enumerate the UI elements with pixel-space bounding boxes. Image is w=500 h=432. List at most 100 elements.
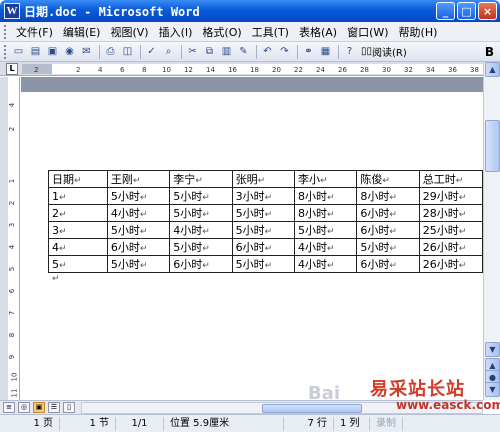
table-cell[interactable]: 4小时↵ xyxy=(293,238,358,256)
menu-edit[interactable]: 编辑(E) xyxy=(58,24,106,40)
table-cell[interactable]: 26小时↵ xyxy=(418,238,483,256)
table-cell[interactable]: 5小时↵ xyxy=(169,187,233,205)
table-cell[interactable]: 5小时↵ xyxy=(293,221,358,239)
paste-icon[interactable]: ▥ xyxy=(219,44,234,59)
menu-help[interactable]: 帮助(H) xyxy=(394,24,443,40)
table-header-cell[interactable]: 日期↵ xyxy=(48,170,108,188)
document-page[interactable]: 日期↵ 王刚↵ 李宁↵ 张明↵ 李小↵ 陈俊↵ 总工时↵ 1↵ 5小时↵ 5小时… xyxy=(21,77,483,400)
menu-table[interactable]: 表格(A) xyxy=(294,24,342,40)
table-cell[interactable]: 25小时↵ xyxy=(418,221,483,239)
table-cell[interactable]: 28小时↵ xyxy=(418,204,483,222)
baidu-watermark: Bai xyxy=(307,383,340,404)
table-cell[interactable]: 5↵ xyxy=(48,255,108,273)
scroll-thumb[interactable] xyxy=(485,120,500,172)
copy-icon[interactable]: ⧉ xyxy=(202,44,217,59)
table-cell[interactable]: 5小时↵ xyxy=(169,238,233,256)
spelling-icon[interactable]: ✓ xyxy=(144,44,159,59)
table-cell[interactable]: 6小时↵ xyxy=(106,238,171,256)
table-cell[interactable]: 5小时↵ xyxy=(231,204,296,222)
permission-icon[interactable]: ◉ xyxy=(62,44,77,59)
maximize-button[interactable]: □ xyxy=(457,2,476,20)
hscroll-thumb[interactable] xyxy=(262,403,362,413)
outline-view-button[interactable]: ☰ xyxy=(48,402,60,413)
menu-window[interactable]: 窗口(W) xyxy=(342,24,393,40)
table-header-cell[interactable]: 李宁↵ xyxy=(169,170,233,188)
toolbar-separator xyxy=(140,44,141,59)
cut-icon[interactable]: ✂ xyxy=(185,44,200,59)
table-cell[interactable]: 5小时↵ xyxy=(106,255,171,273)
undo-icon[interactable]: ↶ xyxy=(260,44,275,59)
table-cell[interactable]: 5小时↵ xyxy=(231,255,296,273)
status-bar: 1 页 1 节 1/1 位置 5.9厘米 7 行 1 列 录制 xyxy=(0,414,500,432)
table-cell[interactable]: 4↵ xyxy=(48,238,108,256)
menu-tools[interactable]: 工具(T) xyxy=(247,24,294,40)
table-cell[interactable]: 6小时↵ xyxy=(356,221,420,239)
reading-view-button[interactable]: ▯ xyxy=(63,402,75,413)
menu-view[interactable]: 视图(V) xyxy=(105,24,153,40)
print-layout-view-button[interactable]: ▣ xyxy=(33,402,45,413)
print-icon[interactable]: ⎙ xyxy=(103,44,118,59)
minimize-button[interactable]: _ xyxy=(436,2,455,20)
table-cell[interactable]: 6小时↵ xyxy=(169,255,233,273)
table-cell[interactable]: 8小时↵ xyxy=(356,187,420,205)
table-cell[interactable]: 4小时↵ xyxy=(106,204,171,222)
open-icon[interactable]: ▤ xyxy=(28,44,43,59)
ruler-number: 4 xyxy=(98,66,103,74)
table-cell[interactable]: 5小时↵ xyxy=(231,221,296,239)
help-icon[interactable]: ? xyxy=(342,44,357,59)
ruler-strip[interactable]: 2 2 4 6 8 10 12 14 16 18 20 22 24 26 28 … xyxy=(22,64,483,74)
read-mode-button[interactable]: ▯▯ 阅读(R) xyxy=(361,44,407,59)
table-cell[interactable]: 5小时↵ xyxy=(106,221,171,239)
format-painter-icon[interactable]: ✎ xyxy=(236,44,251,59)
print-preview-icon[interactable]: ◫ xyxy=(120,44,135,59)
save-icon[interactable]: ▣ xyxy=(45,44,60,59)
table-cell[interactable]: 4小时↵ xyxy=(293,255,358,273)
table-cell[interactable]: 26小时↵ xyxy=(418,255,483,273)
tab-selector[interactable]: L xyxy=(6,63,18,75)
table-cell[interactable]: 29小时↵ xyxy=(418,187,483,205)
title-bar: W 日期.doc - Microsoft Word _ □ × xyxy=(0,0,500,22)
scroll-down-button[interactable]: ▼ xyxy=(485,342,500,357)
hyperlink-icon[interactable]: ⚭ xyxy=(301,44,316,59)
close-button[interactable]: × xyxy=(478,2,497,20)
redo-icon[interactable]: ↷ xyxy=(277,44,292,59)
word-app-icon[interactable]: W xyxy=(4,3,20,19)
bold-button[interactable]: B xyxy=(485,45,494,59)
status-record[interactable]: 录制 xyxy=(370,416,403,431)
table-header-cell[interactable]: 李小↵ xyxy=(293,170,358,188)
menu-file[interactable]: 文件(F) xyxy=(11,24,58,40)
table-cell[interactable]: 2↵ xyxy=(48,204,108,222)
vertical-ruler[interactable]: 4 2 1 2 3 4 5 6 7 8 9 10 11 xyxy=(8,77,20,400)
table-cell[interactable]: 5小时↵ xyxy=(169,204,233,222)
table-cell[interactable]: 8小时↵ xyxy=(293,204,358,222)
table-header-row: 日期↵ 王刚↵ 李宁↵ 张明↵ 李小↵ 陈俊↵ 总工时↵ xyxy=(48,170,483,188)
table-cell[interactable]: 6小时↵ xyxy=(231,238,296,256)
normal-view-button[interactable]: ≡ xyxy=(3,402,15,413)
horizontal-ruler[interactable]: L 2 2 4 6 8 10 12 14 16 18 20 22 24 26 2… xyxy=(0,62,483,76)
worktime-table[interactable]: 日期↵ 王刚↵ 李宁↵ 张明↵ 李小↵ 陈俊↵ 总工时↵ 1↵ 5小时↵ 5小时… xyxy=(48,170,483,273)
table-cell[interactable]: 4小时↵ xyxy=(169,221,233,239)
table-cell[interactable]: 6小时↵ xyxy=(356,204,420,222)
table-cell[interactable]: 5小时↵ xyxy=(106,187,171,205)
email-icon[interactable]: ✉ xyxy=(79,44,94,59)
menu-insert[interactable]: 插入(I) xyxy=(154,24,198,40)
tables-borders-icon[interactable]: ▦ xyxy=(318,44,333,59)
table-cell[interactable]: 6小时↵ xyxy=(356,255,420,273)
menu-format[interactable]: 格式(O) xyxy=(197,24,246,40)
table-header-cell[interactable]: 总工时↵ xyxy=(418,170,483,188)
toolbar-grip[interactable] xyxy=(4,44,7,59)
table-cell[interactable]: 1↵ xyxy=(48,187,108,205)
web-view-button[interactable]: ◎ xyxy=(18,402,30,413)
table-cell[interactable]: 3↵ xyxy=(48,221,108,239)
table-cell[interactable]: 3小时↵ xyxy=(231,187,296,205)
table-cell[interactable]: 5小时↵ xyxy=(356,238,420,256)
research-icon[interactable]: ⌕ xyxy=(161,44,176,59)
table-header-cell[interactable]: 张明↵ xyxy=(231,170,296,188)
vertical-scrollbar[interactable]: ▲ ▼ ▲ ● ▼ xyxy=(483,62,500,400)
table-cell[interactable]: 8小时↵ xyxy=(293,187,358,205)
scroll-up-button[interactable]: ▲ xyxy=(485,62,500,77)
new-icon[interactable]: ▭ xyxy=(11,44,26,59)
menubar-grip[interactable] xyxy=(4,24,7,39)
table-header-cell[interactable]: 陈俊↵ xyxy=(356,170,420,188)
table-header-cell[interactable]: 王刚↵ xyxy=(106,170,171,188)
